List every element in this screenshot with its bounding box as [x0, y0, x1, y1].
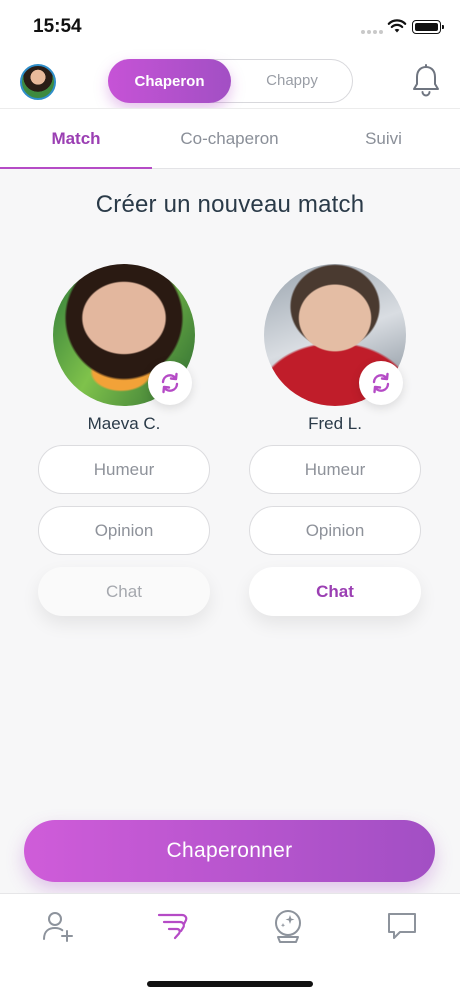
person-name: Fred L.	[308, 414, 362, 433]
chat-button[interactable]: Chat	[249, 567, 421, 616]
nav-add-user[interactable]	[38, 906, 78, 946]
tab-suivi[interactable]: Suivi	[307, 109, 460, 169]
humeur-button[interactable]: Humeur	[249, 445, 421, 494]
avatar[interactable]	[20, 64, 56, 100]
humeur-button[interactable]: Humeur	[38, 445, 210, 494]
chat-bubble-icon	[388, 913, 416, 939]
status-time: 15:54	[33, 16, 82, 37]
signal-icon	[361, 28, 383, 34]
page-title: Créer un nouveau match	[95, 191, 365, 218]
bottom-nav	[0, 893, 460, 996]
chaperon-wings-icon	[157, 913, 188, 940]
nav-chaperon[interactable]	[153, 906, 193, 946]
wifi-icon	[387, 19, 407, 33]
crystal-ball-icon	[275, 910, 301, 943]
battery-icon	[412, 20, 444, 34]
refresh-icon	[161, 372, 179, 394]
app-header: Chaperon Chappy	[0, 52, 460, 108]
mode-chaperon-button[interactable]: Chaperon	[108, 59, 231, 103]
status-bar: 15:54	[0, 0, 460, 52]
chat-button[interactable]: Chat	[38, 567, 210, 616]
opinion-button[interactable]: Opinion	[249, 506, 421, 555]
refresh-icon	[372, 372, 390, 394]
add-user-icon	[43, 912, 73, 942]
tab-bar: Match Co-chaperon Suivi	[0, 108, 460, 170]
nav-messages[interactable]	[382, 906, 422, 946]
refresh-button[interactable]	[359, 361, 403, 405]
mode-chappy-button[interactable]: Chappy	[231, 60, 353, 101]
mode-switch: Chaperon Chappy	[108, 59, 353, 103]
nav-discover[interactable]	[268, 906, 308, 946]
main-content: Créer un nouveau match Maeva C. Humeur O…	[0, 169, 460, 893]
chaperonner-button[interactable]: Chaperonner	[24, 820, 435, 882]
opinion-button[interactable]: Opinion	[38, 506, 210, 555]
person-name: Maeva C.	[87, 414, 161, 433]
refresh-button[interactable]	[148, 361, 192, 405]
home-indicator	[147, 981, 313, 987]
bell-icon[interactable]	[410, 64, 442, 98]
tab-match[interactable]: Match	[0, 109, 152, 169]
tab-co-chaperon[interactable]: Co-chaperon	[152, 109, 307, 169]
